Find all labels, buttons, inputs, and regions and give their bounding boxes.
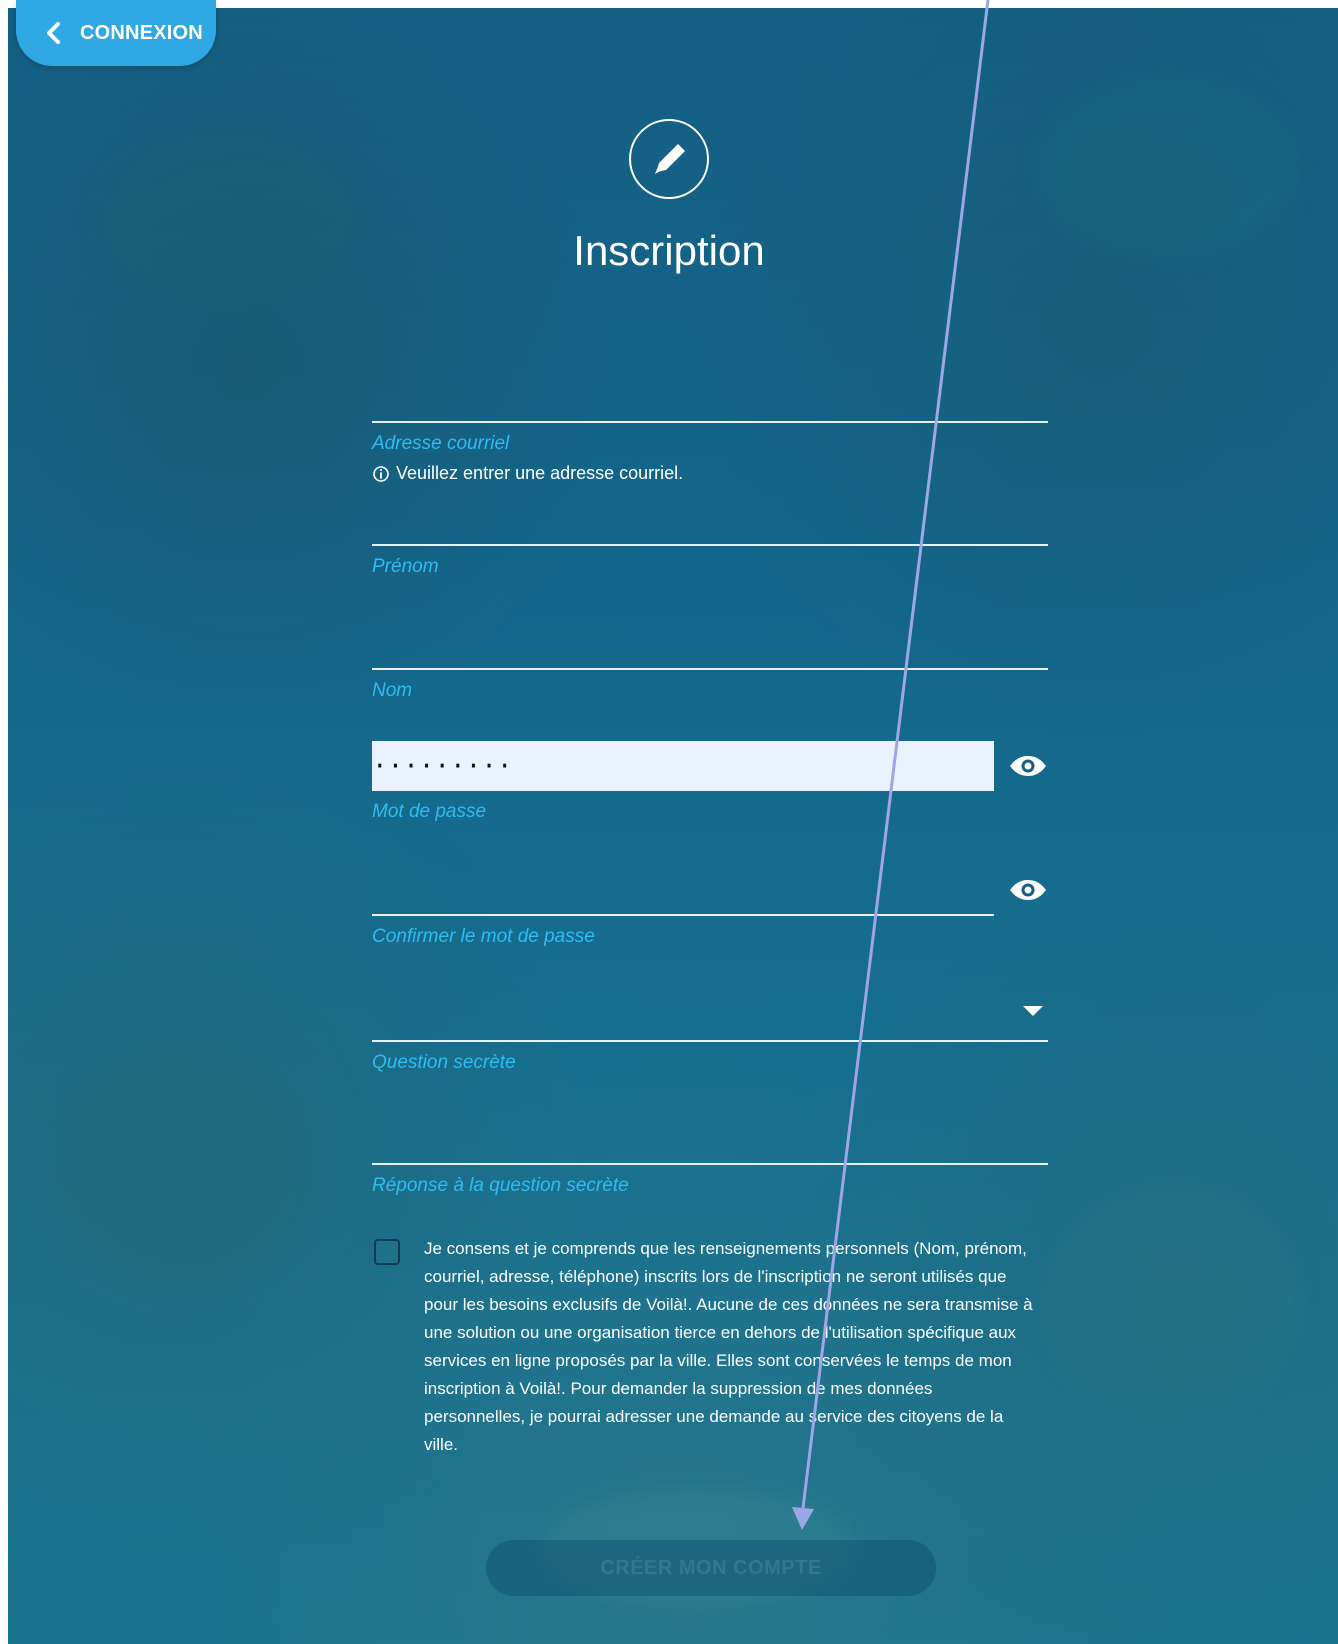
secret-answer-input-line[interactable] bbox=[372, 1163, 1048, 1165]
password-confirm-field[interactable]: Confirmer le mot de passe bbox=[372, 914, 994, 948]
email-field[interactable]: Adresse courriel Veuillez entrer une adr… bbox=[372, 421, 1048, 484]
pencil-icon bbox=[629, 119, 709, 199]
last-name-input-line[interactable] bbox=[372, 668, 1048, 670]
consent-text: Je consens et je comprends que les rense… bbox=[424, 1239, 1033, 1454]
page-header: Inscription bbox=[0, 118, 1338, 272]
secret-answer-field[interactable]: Réponse à la question secrète bbox=[372, 1163, 1048, 1197]
background-foliage bbox=[1048, 1188, 1298, 1418]
back-to-login-button[interactable]: CONNEXION bbox=[16, 0, 216, 66]
email-help-text: Veuillez entrer une adresse courriel. bbox=[396, 463, 684, 483]
background-foliage bbox=[56, 1048, 316, 1288]
chevron-left-icon bbox=[47, 22, 60, 44]
back-button-label: CONNEXION bbox=[80, 21, 203, 44]
password-confirm-label: Confirmer le mot de passe bbox=[372, 926, 595, 947]
secret-question-label: Question secrète bbox=[372, 1052, 516, 1073]
page-title: Inscription bbox=[573, 227, 765, 274]
first-name-input-line[interactable] bbox=[372, 544, 1048, 546]
create-account-button-label: CRÉER MON COMPTE bbox=[600, 1556, 822, 1579]
secret-answer-label: Réponse à la question secrète bbox=[372, 1175, 629, 1196]
secret-question-input-line[interactable] bbox=[372, 1040, 1048, 1042]
email-input-line[interactable] bbox=[372, 421, 1048, 423]
email-label: Adresse courriel bbox=[372, 433, 510, 454]
email-help: Veuillez entrer une adresse courriel. bbox=[372, 463, 1048, 484]
chevron-down-icon[interactable] bbox=[1022, 1005, 1044, 1017]
first-name-field[interactable]: Prénom bbox=[372, 544, 1048, 578]
info-icon bbox=[373, 465, 389, 482]
consent-checkbox[interactable] bbox=[374, 1239, 400, 1265]
password-confirm-input-line[interactable] bbox=[372, 914, 994, 916]
consent-section: Je consens et je comprends que les rense… bbox=[374, 1235, 1034, 1459]
password-label: Mot de passe bbox=[372, 801, 487, 822]
password-input[interactable] bbox=[372, 741, 994, 791]
last-name-field[interactable]: Nom bbox=[372, 668, 1048, 702]
password-value[interactable] bbox=[372, 741, 994, 791]
eye-icon[interactable] bbox=[1008, 878, 1048, 902]
create-account-button[interactable]: CRÉER MON COMPTE bbox=[486, 1540, 936, 1596]
password-label-wrap: Mot de passe bbox=[372, 801, 1048, 823]
last-name-label: Nom bbox=[372, 680, 413, 701]
secret-question-field[interactable]: Question secrète bbox=[372, 1040, 1048, 1074]
first-name-label: Prénom bbox=[372, 556, 439, 577]
eye-icon[interactable] bbox=[1008, 754, 1048, 778]
